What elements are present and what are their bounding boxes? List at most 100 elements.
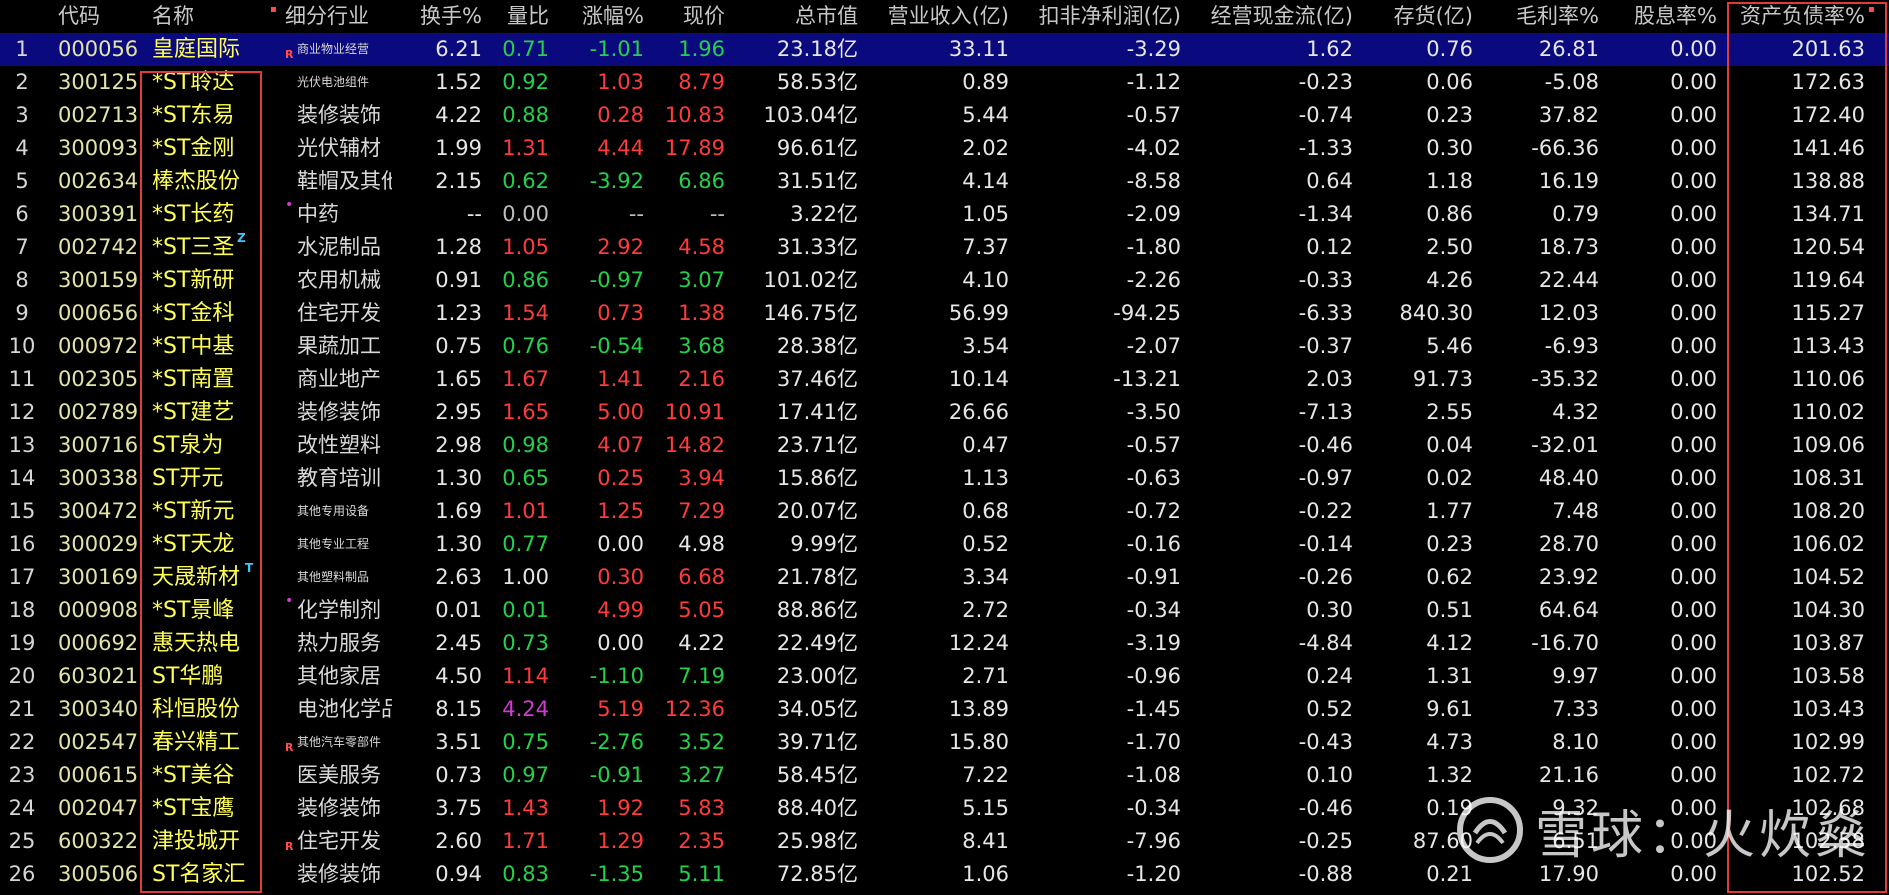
cell-net-profit: -7.96 bbox=[1126, 829, 1181, 853]
header-change[interactable]: 涨幅% bbox=[549, 0, 644, 33]
cell-price: 12.36 bbox=[664, 697, 725, 721]
header-debt-ratio[interactable]: 资产负债率% bbox=[1717, 0, 1865, 33]
cell-cash-flow: -0.97 bbox=[1298, 466, 1353, 490]
cell-cash-flow: 0.12 bbox=[1306, 235, 1353, 259]
table-row[interactable]: 22 002547 春兴精工 其他汽车零部件 3.51 0.75 -2.76 3.52 39.7… bbox=[0, 726, 1889, 759]
cell-cash-flow: 0.10 bbox=[1306, 763, 1353, 787]
table-row[interactable]: 17 300169 天晟新材 其他塑料制品 2.63 1.00 0.30 6.68 21.78亿… bbox=[0, 561, 1889, 594]
cell-change: 0.00 bbox=[597, 631, 644, 655]
table-row[interactable]: 26 300506 ST名家汇 装修装饰 0.94 0.83 -1.35 5.11 72.85亿… bbox=[0, 858, 1889, 891]
cell-net-profit: -3.19 bbox=[1126, 631, 1181, 655]
header-idx[interactable] bbox=[0, 0, 44, 33]
cell-inventory: 1.32 bbox=[1426, 763, 1473, 787]
header-mkt-cap[interactable]: 总市值 bbox=[725, 0, 858, 33]
cell-price: 10.91 bbox=[664, 400, 725, 424]
cell-net-profit: -94.25 bbox=[1113, 301, 1181, 325]
header-price[interactable]: 现价 bbox=[644, 0, 725, 33]
cell-code: 002789 bbox=[58, 400, 139, 424]
header-vol-ratio[interactable]: 量比 bbox=[482, 0, 549, 33]
table-row[interactable]: 2 300125 *ST聆达 光伏电池组件 1.52 0.92 1.03 8.79 58.53亿… bbox=[0, 66, 1889, 99]
marker-dot-icon: • bbox=[285, 197, 294, 213]
cell-industry: 住宅开发 bbox=[297, 301, 381, 325]
cell-price: 3.52 bbox=[678, 730, 725, 754]
cell-code: 000656 bbox=[58, 301, 139, 325]
header-revenue[interactable]: 营业收入(亿) bbox=[858, 0, 1009, 33]
cell-idx: 13 bbox=[8, 433, 36, 457]
cell-debt-ratio: 106.02 bbox=[1791, 532, 1865, 556]
table-row[interactable]: 25 600322 津投城开 住宅开发 2.60 1.71 1.29 2.35 25.98亿 8.… bbox=[0, 825, 1889, 858]
cell-dividend: 0.00 bbox=[1670, 202, 1717, 226]
cell-turnover: 2.63 bbox=[435, 565, 482, 589]
cell-industry: 商业地产 bbox=[297, 367, 381, 391]
cell-price: 5.83 bbox=[678, 796, 725, 820]
cell-mkt-cap: 31.33亿 bbox=[776, 235, 858, 259]
header-turnover[interactable]: 换手% bbox=[402, 0, 482, 33]
table-row[interactable]: 1 000056 皇庭国际 商业物业经营 6.21 0.71 -1.01 1.96 23.18亿… bbox=[0, 33, 1889, 66]
cell-cash-flow: -0.25 bbox=[1298, 829, 1353, 853]
cell-net-profit: -2.09 bbox=[1126, 202, 1181, 226]
cell-net-profit: -0.16 bbox=[1126, 532, 1181, 556]
header-inventory[interactable]: 存货(亿) bbox=[1353, 0, 1473, 33]
cell-mkt-cap: 34.05亿 bbox=[776, 697, 858, 721]
table-row[interactable]: 12 002789 *ST建艺 装修装饰 2.95 1.65 5.00 10.91 17.41亿… bbox=[0, 396, 1889, 429]
table-row[interactable]: 21 300340 科恒股份 电池化学品 8.15 4.24 5.19 12.36 34.05亿… bbox=[0, 693, 1889, 726]
cell-price: 3.27 bbox=[678, 763, 725, 787]
table-row[interactable]: 4 300093 *ST金刚 光伏辅材 1.99 1.31 4.44 17.89 96.61亿 2… bbox=[0, 132, 1889, 165]
cell-name: 惠天热电 bbox=[152, 631, 241, 656]
header-net-profit[interactable]: 扣非净利润(亿) bbox=[1009, 0, 1181, 33]
table-row[interactable]: 6 300391 *ST长药 中药 -- 0.00 -- -- 3.22亿 1.05 -2.09 -1… bbox=[0, 198, 1889, 231]
table-row[interactable]: 10 000972 *ST中基 果蔬加工 0.75 0.76 -0.54 3.68 28.38亿… bbox=[0, 330, 1889, 363]
cell-industry: 水泥制品 bbox=[297, 235, 381, 259]
table-row[interactable]: 7 002742 *ST三圣 水泥制品 1.28 1.05 2.92 4.58 31.33亿 7.… bbox=[0, 231, 1889, 264]
cell-cash-flow: 0.24 bbox=[1306, 664, 1353, 688]
cell-debt-ratio: 138.88 bbox=[1791, 169, 1865, 193]
header-gross-margin[interactable]: 毛利率% bbox=[1473, 0, 1599, 33]
cell-debt-ratio: 201.63 bbox=[1791, 37, 1865, 61]
table-row[interactable]: 14 300338 ST开元 教育培训 1.30 0.65 0.25 3.94 15.86亿 1.… bbox=[0, 462, 1889, 495]
header-dividend[interactable]: 股息率% bbox=[1599, 0, 1717, 33]
table-row[interactable]: 23 000615 *ST美谷 医美服务 0.73 0.97 -0.91 3.27 58.45亿… bbox=[0, 759, 1889, 792]
cell-turnover: 2.98 bbox=[435, 433, 482, 457]
cell-inventory: 0.76 bbox=[1426, 37, 1473, 61]
cell-inventory: 5.46 bbox=[1426, 334, 1473, 358]
table-row[interactable]: 9 000656 *ST金科 住宅开发 1.23 1.54 0.73 1.38 146.75亿 5… bbox=[0, 297, 1889, 330]
cell-inventory: 0.30 bbox=[1426, 136, 1473, 160]
cell-net-profit: -1.80 bbox=[1126, 235, 1181, 259]
cell-net-profit: -3.50 bbox=[1126, 400, 1181, 424]
table-row[interactable]: 24 002047 *ST宝鹰 装修装饰 3.75 1.43 1.92 5.83 88.40亿 5… bbox=[0, 792, 1889, 825]
header-cash-flow[interactable]: 经营现金流(亿) bbox=[1181, 0, 1353, 33]
table-row[interactable]: 15 300472 *ST新元 其他专用设备 1.69 1.01 1.25 7.29 20.07… bbox=[0, 495, 1889, 528]
table-row[interactable]: 20 603021 ST华鹏 其他家居 4.50 1.14 -1.10 7.19 23.00亿 2… bbox=[0, 660, 1889, 693]
table-row[interactable]: 11 002305 *ST南置 商业地产 1.65 1.67 1.41 2.16 37.46亿 1… bbox=[0, 363, 1889, 396]
cell-gross-margin: 6.51 bbox=[1552, 829, 1599, 853]
cell-name: *ST三圣 bbox=[152, 235, 235, 260]
cell-dividend: 0.00 bbox=[1670, 862, 1717, 886]
cell-revenue: 4.14 bbox=[962, 169, 1009, 193]
table-row[interactable]: 13 300716 ST泉为 改性塑料 2.98 0.98 4.07 14.82 23.71亿 0… bbox=[0, 429, 1889, 462]
cell-price: 10.83 bbox=[664, 103, 725, 127]
cell-gross-margin: 4.32 bbox=[1552, 400, 1599, 424]
table-row[interactable]: 19 000692 惠天热电 热力服务 2.45 0.73 0.00 4.22 22.49亿 12… bbox=[0, 627, 1889, 660]
cell-gross-margin: 16.19 bbox=[1538, 169, 1599, 193]
cell-net-profit: -1.45 bbox=[1126, 697, 1181, 721]
header-code[interactable]: 代码 bbox=[58, 0, 140, 33]
cell-revenue: 0.52 bbox=[962, 532, 1009, 556]
header-industry[interactable]: 细分行业 bbox=[285, 0, 392, 33]
table-row[interactable]: 8 300159 *ST新研 农用机械 0.91 0.86 -0.97 3.07 101.02亿… bbox=[0, 264, 1889, 297]
table-row[interactable]: 3 002713 *ST东易 装修装饰 4.22 0.88 0.28 10.83 103.04亿… bbox=[0, 99, 1889, 132]
table-row[interactable]: 18 000908 *ST景峰 化学制剂 0.01 0.01 4.99 5.05 88.86亿 2… bbox=[0, 594, 1889, 627]
cell-dividend: 0.00 bbox=[1670, 565, 1717, 589]
cell-turnover: 2.15 bbox=[435, 169, 482, 193]
cell-cash-flow: 0.64 bbox=[1306, 169, 1353, 193]
cell-code: 002742 bbox=[58, 235, 139, 259]
cell-turnover: 0.75 bbox=[435, 334, 482, 358]
cell-idx: 11 bbox=[8, 367, 36, 391]
cell-vol-ratio: 0.73 bbox=[502, 631, 549, 655]
header-name[interactable]: 名称 bbox=[152, 0, 270, 33]
stock-screener-table: 代码 名称 细分行业 换手% 量比 涨幅% 现价 总市值 营业收入(亿) 扣非净利润(亿) 经营现金… bbox=[0, 0, 1889, 895]
cell-idx: 23 bbox=[8, 763, 36, 787]
cell-change: -- bbox=[628, 202, 644, 226]
table-row[interactable]: 16 300029 *ST天龙 其他专业工程 1.30 0.77 0.00 4.98 9.99亿… bbox=[0, 528, 1889, 561]
table-row[interactable]: 5 002634 棒杰股份 鞋帽及其他 2.15 0.62 -3.92 6.86 31.51亿 4… bbox=[0, 165, 1889, 198]
cell-code: 300029 bbox=[58, 532, 139, 556]
